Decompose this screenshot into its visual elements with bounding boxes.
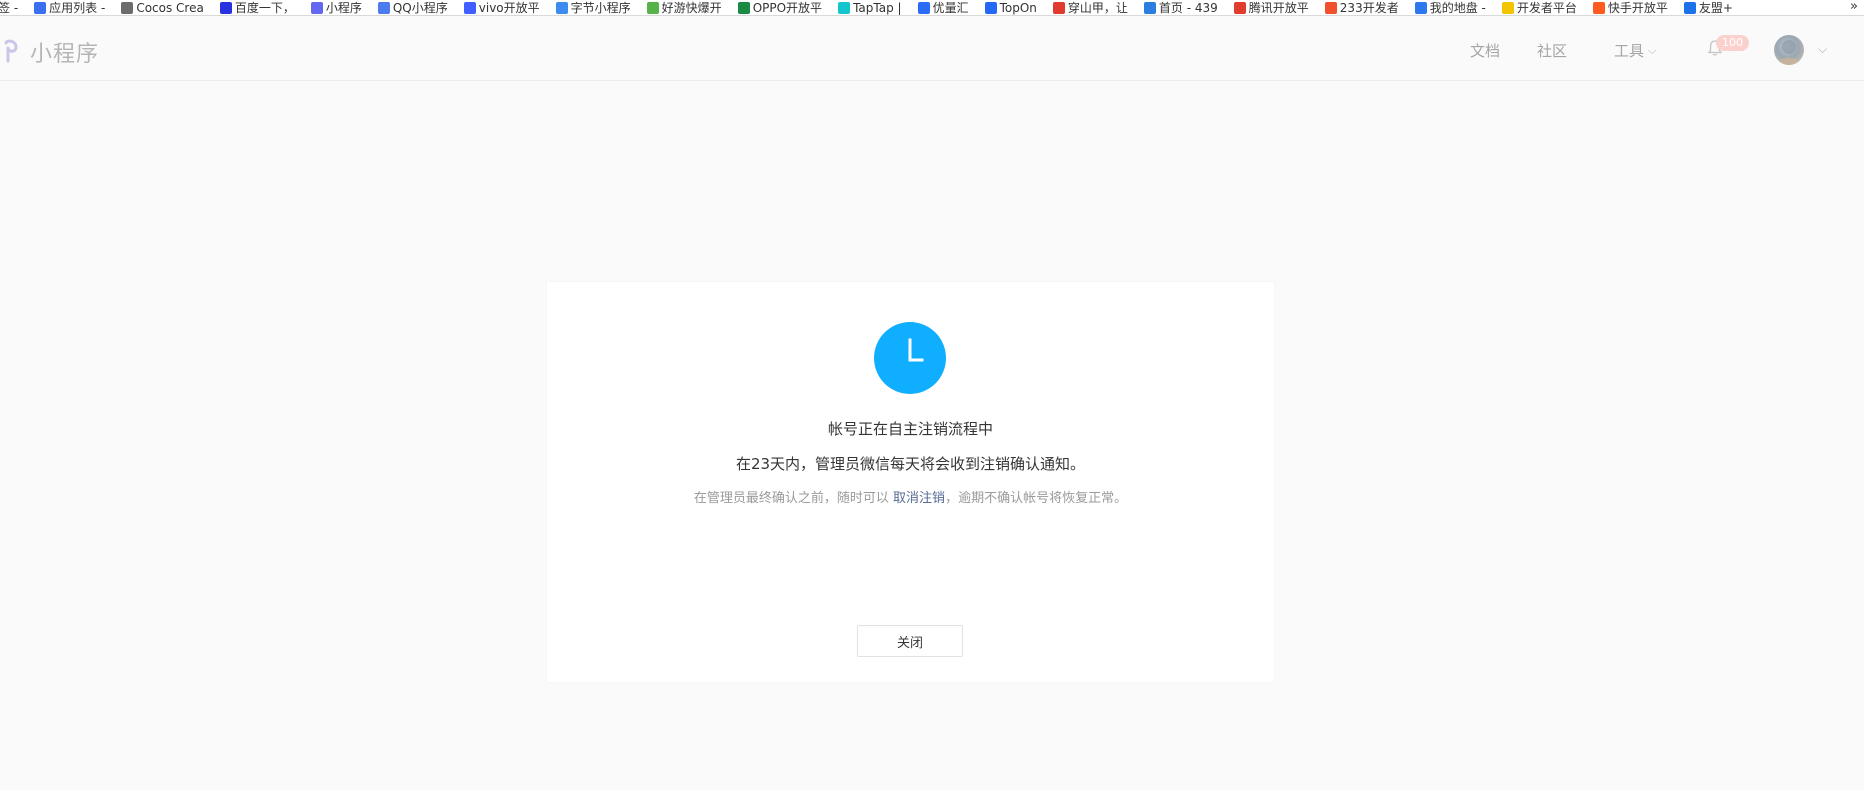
bookmark-label: 字节小程序	[570, 0, 631, 15]
avatar[interactable]	[1774, 35, 1804, 65]
bookmark-label: 快手开放平	[1607, 0, 1668, 15]
bookmark-item[interactable]: 好游快爆开	[646, 0, 722, 15]
bookmark-item[interactable]: QQ小程序	[377, 0, 448, 15]
bookmark-item[interactable]: 应用列表 -	[34, 0, 106, 15]
nav-tools-label: 工具	[1614, 42, 1645, 60]
oppo-icon	[737, 1, 750, 14]
vivo-icon	[463, 1, 476, 14]
haoyou-icon	[646, 1, 659, 14]
tip-text-after: ，逾期不确认帐号将恢复正常。	[945, 491, 1128, 506]
bookmark-label: 优量汇	[932, 0, 969, 15]
bookmark-item[interactable]: 开发者平台	[1501, 0, 1577, 15]
account-cancellation-card: 帐号正在自主注销流程中 在23天内，管理员微信每天将会收到注销确认通知。 在管理…	[547, 282, 1274, 682]
bookmark-item[interactable]: TopOn	[984, 0, 1037, 15]
avatar-image	[1777, 40, 1801, 65]
bookmark-item[interactable]: 穿山甲，让	[1052, 0, 1128, 15]
bookmark-item[interactable]: TapTap |	[838, 0, 902, 15]
chevron-down-icon: ⌵	[1648, 43, 1657, 57]
dialog-description: 在23天内，管理员微信每天将会收到注销确认通知。	[735, 455, 1086, 473]
youlianghui-icon	[917, 1, 930, 14]
qq-mini-icon	[377, 1, 390, 14]
home-439-icon	[1143, 1, 1156, 14]
bookmark-label: 百度一下，	[234, 0, 295, 15]
dialog-tip: 在管理员最终确认之前，随时可以 取消注销，逾期不确认帐号将恢复正常。	[547, 487, 1274, 506]
bookmark-label: 签 -	[0, 0, 19, 15]
my-space-icon	[1414, 1, 1427, 14]
dev-platform-icon	[1501, 1, 1514, 14]
bookmark-label: 开发者平台	[1516, 0, 1577, 15]
nav-community[interactable]: 社区	[1537, 40, 1567, 61]
bytedance-icon	[555, 1, 568, 14]
logo[interactable]: 小程序	[0, 36, 99, 68]
bookmark-label: TopOn	[999, 0, 1037, 15]
bookmark-label: 我的地盘 -	[1429, 0, 1486, 15]
taptap-icon	[838, 1, 851, 14]
bookmark-item[interactable]: 快手开放平	[1592, 0, 1668, 15]
bookmark-item-first[interactable]: 签 -	[0, 0, 19, 15]
bookmark-label: 233开发者	[1339, 0, 1399, 15]
bookmark-label: OPPO开放平	[752, 0, 823, 15]
umeng-icon	[1683, 1, 1696, 14]
233-icon	[1324, 1, 1337, 14]
bookmark-label: 首页 - 439	[1158, 0, 1218, 15]
notification-badge: 100	[1716, 35, 1749, 51]
bookmark-label: Cocos Crea	[136, 0, 204, 15]
bookmark-item[interactable]: 百度一下，	[219, 0, 295, 15]
bookmark-label: 穿山甲，让	[1067, 0, 1128, 15]
document-icon	[121, 1, 134, 14]
bookmark-label: 应用列表 -	[49, 0, 106, 15]
bookmarks-overflow-button[interactable]: »	[1850, 0, 1858, 14]
mini-program-logo-icon	[4, 39, 18, 63]
bookmark-item[interactable]: 233开发者	[1324, 0, 1399, 15]
bookmark-item[interactable]: 腾讯开放平	[1233, 0, 1309, 15]
topon-icon	[984, 1, 997, 14]
bookmark-item[interactable]: vivo开放平	[463, 0, 540, 15]
bookmark-label: 小程序	[325, 0, 362, 15]
tencent-open-icon	[1233, 1, 1246, 14]
bookmark-label: vivo开放平	[478, 0, 540, 15]
nav-tools[interactable]: 工具 ⌵	[1614, 40, 1656, 61]
bookmark-item[interactable]: 友盟+	[1683, 0, 1733, 15]
chevron-down-icon[interactable]: ⌵	[1818, 42, 1827, 57]
pangle-icon	[1052, 1, 1065, 14]
bookmark-item[interactable]: 字节小程序	[555, 0, 631, 15]
bookmark-item[interactable]: 小程序	[310, 0, 362, 15]
app-list-icon	[34, 1, 47, 14]
bookmark-label: QQ小程序	[392, 0, 448, 15]
mini-program-icon	[310, 1, 323, 14]
nav-docs[interactable]: 文档	[1470, 40, 1500, 61]
bookmark-item[interactable]: 首页 - 439	[1143, 0, 1218, 15]
bookmarks-bar: 签 - 应用列表 - Cocos Crea 百度一下， 小程序 QQ小程序 vivo开放平…	[0, 0, 1864, 16]
bookmark-item[interactable]: Cocos Crea	[121, 0, 204, 15]
bookmark-label: TapTap |	[853, 0, 902, 15]
bookmark-item[interactable]: OPPO开放平	[737, 0, 823, 15]
bookmark-label: 友盟+	[1698, 0, 1733, 15]
clock-icon	[874, 322, 946, 394]
bookmark-label: 好游快爆开	[661, 0, 722, 15]
baidu-paw-icon	[219, 1, 232, 14]
cancel-cancellation-link[interactable]: 取消注销	[893, 491, 945, 506]
bookmark-item[interactable]: 优量汇	[917, 0, 969, 15]
tip-text-before: 在管理员最终确认之前，随时可以	[693, 491, 894, 506]
kuaishou-icon	[1592, 1, 1605, 14]
top-header: 小程序 文档 社区 工具 ⌵ 100 ⌵	[0, 17, 1864, 81]
dialog-title: 帐号正在自主注销流程中	[827, 420, 993, 438]
bookmark-label: 腾讯开放平	[1248, 0, 1309, 15]
close-button[interactable]: 关闭	[857, 625, 963, 657]
logo-text: 小程序	[30, 42, 100, 67]
bookmark-item[interactable]: 我的地盘 -	[1414, 0, 1486, 15]
